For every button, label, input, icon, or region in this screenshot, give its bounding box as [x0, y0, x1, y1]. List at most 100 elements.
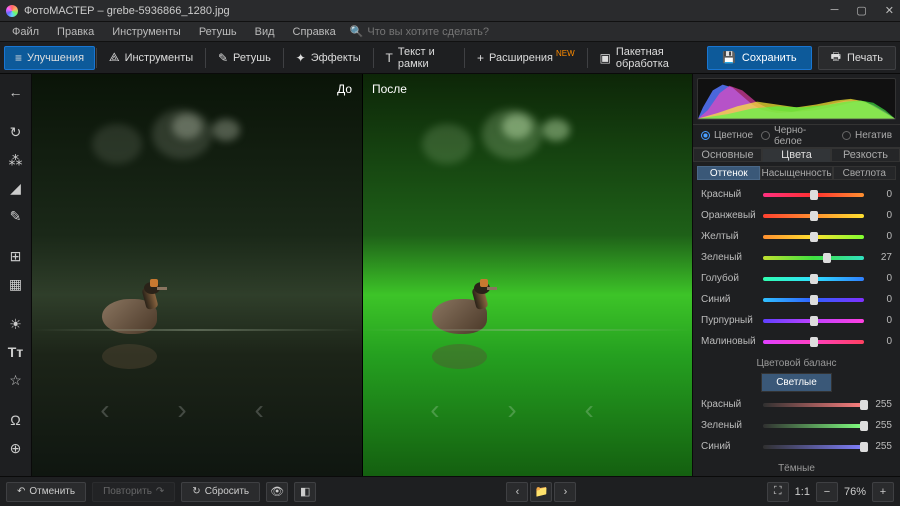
compare-toggle[interactable]: ◧ — [294, 482, 316, 502]
help-search-input[interactable] — [367, 26, 517, 38]
menubar: Файл Правка Инструменты Ретушь Вид Справ… — [0, 22, 900, 42]
balance-tab-light[interactable]: Светлые — [761, 373, 832, 392]
minimize-button[interactable]: ─ — [831, 4, 839, 17]
hue-sliders: Красный 0 Оранжевый 0 Желтый 0 Зеленый 2… — [693, 184, 900, 352]
balance-value: 255 — [868, 399, 892, 410]
filter-button[interactable]: ⊞ — [4, 244, 28, 268]
text-tool-button[interactable]: Tт — [4, 340, 28, 364]
light-button[interactable]: ☀ — [4, 312, 28, 336]
hue-row: Голубой 0 — [701, 270, 892, 287]
balance-tabs: Светлые — [693, 373, 900, 392]
mode-negative[interactable]: Негатив — [842, 130, 892, 141]
bird-image — [92, 284, 172, 334]
crop-tool-button[interactable]: ◢ — [4, 176, 28, 200]
adjust-tabs: Основные Цвета Резкость — [693, 148, 900, 163]
menu-view[interactable]: Вид — [247, 24, 283, 40]
histogram[interactable] — [697, 78, 896, 120]
redo-button[interactable]: Повторить↷ — [92, 482, 175, 502]
mode-color[interactable]: Цветное — [701, 130, 753, 141]
brush-tool-button[interactable]: ✎ — [4, 204, 28, 228]
auto-button[interactable]: ↻ — [4, 120, 28, 144]
mode-negative-label: Негатив — [855, 130, 892, 141]
subtab-luminance[interactable]: Светлота — [833, 166, 896, 180]
tab-text[interactable]: TТекст и рамки — [375, 46, 464, 70]
undo-icon: ↶ — [17, 486, 25, 497]
file-nav: ‹ 📁 › — [506, 482, 576, 502]
hsl-tabs: Оттенок Насыщенность Светлота — [697, 166, 896, 180]
zoom-out-button[interactable]: − — [816, 482, 838, 502]
tab-effects-label: Эффекты — [311, 52, 361, 64]
text-icon: T — [386, 51, 393, 65]
sticker-button[interactable]: ☆ — [4, 368, 28, 392]
hue-slider[interactable] — [763, 277, 864, 281]
compare-divider[interactable] — [362, 74, 363, 476]
balance-slider[interactable] — [763, 403, 864, 407]
hue-slider[interactable] — [763, 256, 864, 260]
hue-name: Желтый — [701, 231, 759, 242]
mode-bw-label: Черно-белое — [774, 125, 834, 147]
prev-image-button[interactable]: ‹ — [506, 482, 528, 502]
reset-button[interactable]: ↻Сбросить — [181, 482, 260, 502]
menu-help[interactable]: Справка — [285, 24, 344, 40]
tab-effects[interactable]: ✦Эффекты — [285, 46, 372, 70]
curves-button[interactable]: ⁂ — [4, 148, 28, 172]
fit-button[interactable]: ⛶ — [767, 482, 789, 502]
tab-sharpness[interactable]: Резкость — [831, 148, 900, 163]
print-button[interactable]: 🖶Печать — [818, 46, 896, 70]
hue-row: Желтый 0 — [701, 228, 892, 245]
globe-button[interactable]: ⊕ — [4, 436, 28, 460]
tab-colors[interactable]: Цвета — [762, 148, 831, 163]
tab-extensions[interactable]: +РасширенияNEW — [466, 46, 586, 70]
face-button[interactable]: Ω — [4, 408, 28, 432]
tab-tools-label: Инструменты — [125, 52, 194, 64]
balance-row: Зеленый 255 — [701, 417, 892, 434]
gradient-button[interactable]: ▦ — [4, 272, 28, 296]
undo-label: Отменить — [29, 486, 75, 497]
menu-retouch[interactable]: Ретушь — [191, 24, 245, 40]
hue-slider[interactable] — [763, 319, 864, 323]
balance-name: Синий — [701, 441, 759, 452]
crop-icon: ⟁ — [109, 50, 120, 65]
zoom-ratio[interactable]: 1:1 — [795, 486, 810, 498]
balance-row: Синий 255 — [701, 438, 892, 455]
back-button[interactable]: ← — [4, 80, 28, 104]
canvas[interactable]: До ‹ › ‹ После ‹ › ‹ — [32, 74, 692, 476]
hue-slider[interactable] — [763, 298, 864, 302]
hue-slider[interactable] — [763, 193, 864, 197]
browse-button[interactable]: 📁 — [530, 482, 552, 502]
tab-basic[interactable]: Основные — [693, 148, 762, 163]
help-search: 🔍 — [350, 25, 518, 38]
hue-row: Оранжевый 0 — [701, 207, 892, 224]
balance-value: 255 — [868, 420, 892, 431]
close-button[interactable]: ✕ — [885, 4, 894, 17]
preview-toggle[interactable]: 👁 — [266, 482, 288, 502]
hue-name: Красный — [701, 189, 759, 200]
next-image-button[interactable]: › — [554, 482, 576, 502]
subtab-saturation[interactable]: Насыщенность — [760, 166, 832, 180]
separator — [205, 48, 206, 68]
search-icon: 🔍 — [350, 25, 364, 38]
hue-slider[interactable] — [763, 340, 864, 344]
tab-improvements[interactable]: ≡Улучшения — [4, 46, 95, 70]
balance-slider[interactable] — [763, 424, 864, 428]
menu-file[interactable]: Файл — [4, 24, 47, 40]
hue-slider[interactable] — [763, 235, 864, 239]
bird-image-after — [422, 284, 502, 334]
tab-retouch[interactable]: ✎Ретушь — [207, 46, 282, 70]
menu-edit[interactable]: Правка — [49, 24, 102, 40]
zoom-in-button[interactable]: + — [872, 482, 894, 502]
hue-slider[interactable] — [763, 214, 864, 218]
subtab-hue[interactable]: Оттенок — [697, 166, 760, 180]
undo-button[interactable]: ↶ Отменить — [6, 482, 86, 502]
tab-tools[interactable]: ⟁ Инструменты — [98, 46, 204, 70]
window-controls: ─ ▢ ✕ — [831, 4, 894, 17]
balance-slider[interactable] — [763, 445, 864, 449]
hue-name: Зеленый — [701, 252, 759, 263]
menu-tools[interactable]: Инструменты — [104, 24, 189, 40]
tab-batch[interactable]: ▣Пакетная обработка — [589, 46, 708, 70]
mode-bw[interactable]: Черно-белое — [761, 125, 834, 147]
save-button[interactable]: 💾Сохранить — [707, 46, 811, 70]
maximize-button[interactable]: ▢ — [856, 4, 866, 17]
hue-row: Зеленый 27 — [701, 249, 892, 266]
balance-name: Красный — [701, 399, 759, 410]
